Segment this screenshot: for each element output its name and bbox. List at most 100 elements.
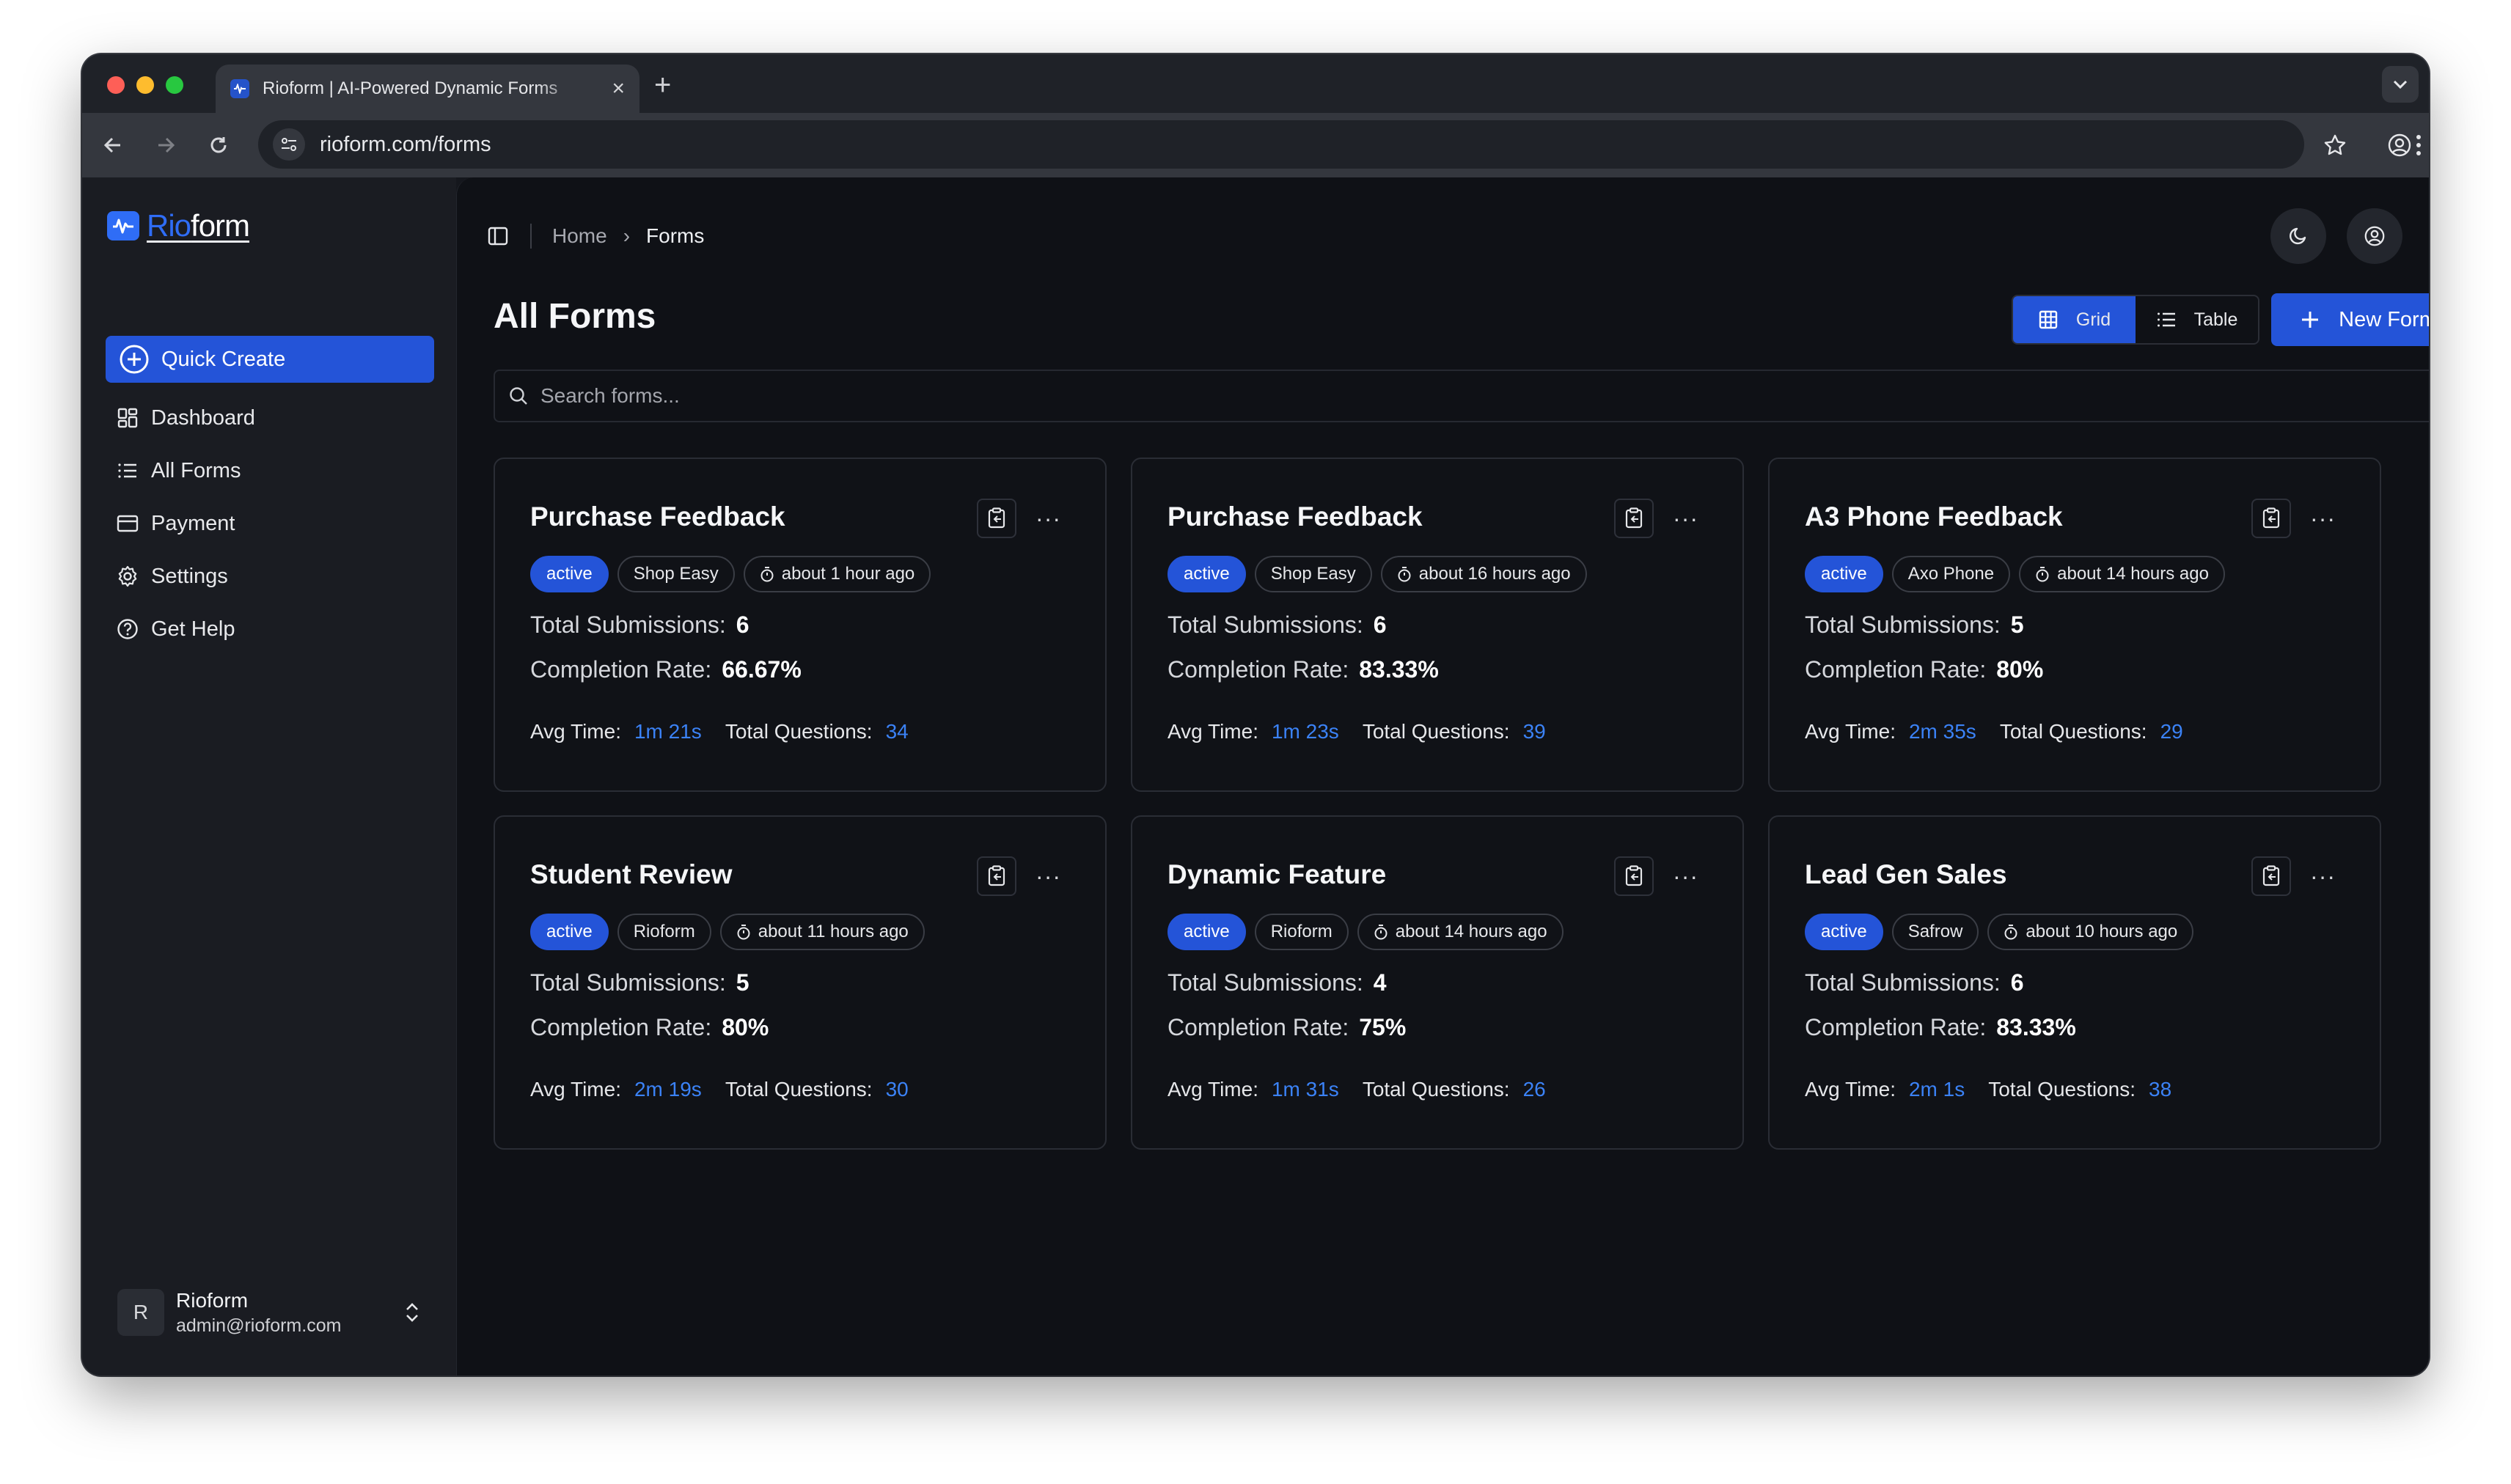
total-questions-value: 34 (885, 720, 909, 743)
new-form-button[interactable]: New Form (2271, 293, 2429, 346)
table-view-label: Table (2193, 309, 2238, 330)
total-submissions-label: Total Submissions: (1167, 611, 1363, 638)
tab-close-icon[interactable]: × (612, 78, 625, 100)
sidebar-item-dashboard[interactable]: Dashboard (106, 392, 434, 444)
search-input[interactable] (540, 384, 2374, 408)
main-content: Home › Forms All Forms Grid Table New Fo… (456, 177, 2429, 1375)
grid-view-button[interactable]: Grid (2013, 296, 2136, 343)
url-text: rioform.com/forms (320, 132, 491, 156)
sidebar-item-all-forms[interactable]: All Forms (106, 444, 434, 497)
sidebar-nav: Dashboard All Forms Payment Settings Get… (106, 392, 434, 655)
total-submissions-value: 6 (1373, 611, 1387, 638)
total-questions-value: 29 (2160, 720, 2183, 743)
copy-link-button[interactable] (1614, 499, 1654, 538)
total-questions-value: 30 (885, 1078, 909, 1101)
bookmark-star-icon[interactable] (2317, 128, 2353, 163)
close-window-button[interactable] (107, 76, 125, 94)
brand-badge: Shop Easy (617, 556, 735, 592)
total-submissions-label: Total Submissions: (1805, 969, 2001, 996)
sidebar-item-settings[interactable]: Settings (106, 550, 434, 603)
tab-search-chevron-icon[interactable] (2382, 66, 2419, 103)
avg-time-value: 2m 35s (1908, 720, 1976, 743)
tab-strip: Rioform | AI-Powered Dynamic Forms × + (82, 54, 2429, 113)
table-view-button[interactable]: Table (2136, 296, 2258, 343)
total-questions-label: Total Questions: (1988, 1078, 2136, 1101)
theme-toggle-button[interactable] (2270, 208, 2326, 264)
updated-badge: about 16 hours ago (1380, 556, 1587, 592)
more-options-icon[interactable]: ··· (1673, 864, 1698, 888)
account-button[interactable] (2347, 208, 2402, 264)
status-badge: active (1805, 556, 1883, 592)
sidebar-item-payment[interactable]: Payment (106, 497, 434, 550)
quick-create-button[interactable]: Quick Create (106, 336, 434, 383)
updated-text: about 16 hours ago (1418, 564, 1571, 584)
browser-menu-icon[interactable] (2397, 128, 2429, 163)
updated-text: about 14 hours ago (2057, 564, 2209, 584)
more-options-icon[interactable]: ··· (2310, 864, 2336, 888)
brand-badge: Rioform (1254, 914, 1349, 950)
sidebar-toggle-icon[interactable] (486, 224, 510, 248)
avg-time-label: Avg Time: (1167, 720, 1258, 743)
forms-grid: Purchase Feedback ··· active Shop Easy a… (494, 458, 2383, 1150)
sidebar-item-label: Get Help (151, 617, 235, 641)
form-card[interactable]: Purchase Feedback ··· active Shop Easy a… (494, 458, 1107, 792)
back-icon[interactable] (95, 128, 131, 163)
copy-link-button[interactable] (977, 856, 1017, 896)
total-questions-label: Total Questions: (725, 1078, 873, 1101)
form-card[interactable]: Dynamic Feature ··· active Rioform about… (1131, 815, 1744, 1150)
gear-icon (118, 565, 137, 587)
new-tab-icon[interactable]: + (654, 70, 671, 100)
search-bar (494, 370, 2429, 422)
brand-badge: Shop Easy (1254, 556, 1372, 592)
site-settings-icon[interactable] (273, 128, 305, 161)
user-menu[interactable]: R Rioform admin@rioform.com (117, 1277, 425, 1348)
credit-card-icon (117, 515, 139, 532)
forward-icon[interactable] (148, 128, 183, 163)
more-options-icon[interactable]: ··· (1673, 507, 1698, 530)
completion-rate-value: 83.33% (1996, 1014, 2076, 1040)
total-questions-label: Total Questions: (1362, 1078, 1510, 1101)
breadcrumb-home-link[interactable]: Home (552, 224, 607, 248)
sidebar-item-label: Dashboard (151, 405, 255, 430)
address-bar[interactable]: rioform.com/forms (258, 120, 2304, 169)
updated-text: about 10 hours ago (2026, 922, 2178, 941)
updated-badge: about 11 hours ago (719, 914, 925, 950)
form-card[interactable]: Purchase Feedback ··· active Shop Easy a… (1131, 458, 1744, 792)
timer-icon (2004, 925, 2017, 940)
updated-badge: about 14 hours ago (2019, 556, 2225, 592)
copy-link-button[interactable] (977, 499, 1017, 538)
status-badge: active (1167, 556, 1246, 592)
completion-rate-label: Completion Rate: (1167, 656, 1349, 683)
reload-icon[interactable] (201, 128, 236, 163)
form-card[interactable]: Lead Gen Sales ··· active Safrow about 1… (1768, 815, 2381, 1150)
more-options-icon[interactable]: ··· (1035, 507, 1061, 530)
sidebar-item-label: All Forms (151, 458, 241, 482)
updated-badge: about 10 hours ago (1987, 914, 2194, 950)
form-card[interactable]: Student Review ··· active Rioform about … (494, 815, 1107, 1150)
more-options-icon[interactable]: ··· (1035, 864, 1061, 888)
header: Home › Forms (486, 207, 2402, 265)
avg-time-value: 1m 23s (1271, 720, 1339, 743)
browser-tab[interactable]: Rioform | AI-Powered Dynamic Forms × (216, 65, 639, 113)
form-card[interactable]: A3 Phone Feedback ··· active Axo Phone a… (1768, 458, 2381, 792)
copy-link-button[interactable] (2251, 856, 2292, 896)
browser-window: Rioform | AI-Powered Dynamic Forms × + r… (82, 54, 2429, 1375)
avg-time-value: 1m 21s (634, 720, 702, 743)
copy-link-button[interactable] (1614, 856, 1654, 896)
status-badge: active (1805, 914, 1883, 950)
more-options-icon[interactable]: ··· (2310, 507, 2336, 530)
copy-link-button[interactable] (2251, 499, 2292, 538)
maximize-window-button[interactable] (166, 76, 183, 94)
updated-text: about 1 hour ago (781, 564, 915, 584)
clipboard-copy-icon (1625, 507, 1643, 529)
clipboard-copy-icon (988, 865, 1005, 886)
logo[interactable]: Rioform (107, 208, 250, 243)
moon-icon (2290, 227, 2306, 245)
breadcrumb: Home › Forms (486, 224, 704, 249)
dashboard-icon (117, 408, 138, 428)
total-submissions-label: Total Submissions: (530, 969, 726, 996)
minimize-window-button[interactable] (136, 76, 154, 94)
completion-rate-value: 75% (1359, 1014, 1407, 1040)
avg-time-label: Avg Time: (1167, 1078, 1258, 1101)
sidebar-item-get-help[interactable]: Get Help (106, 603, 434, 655)
